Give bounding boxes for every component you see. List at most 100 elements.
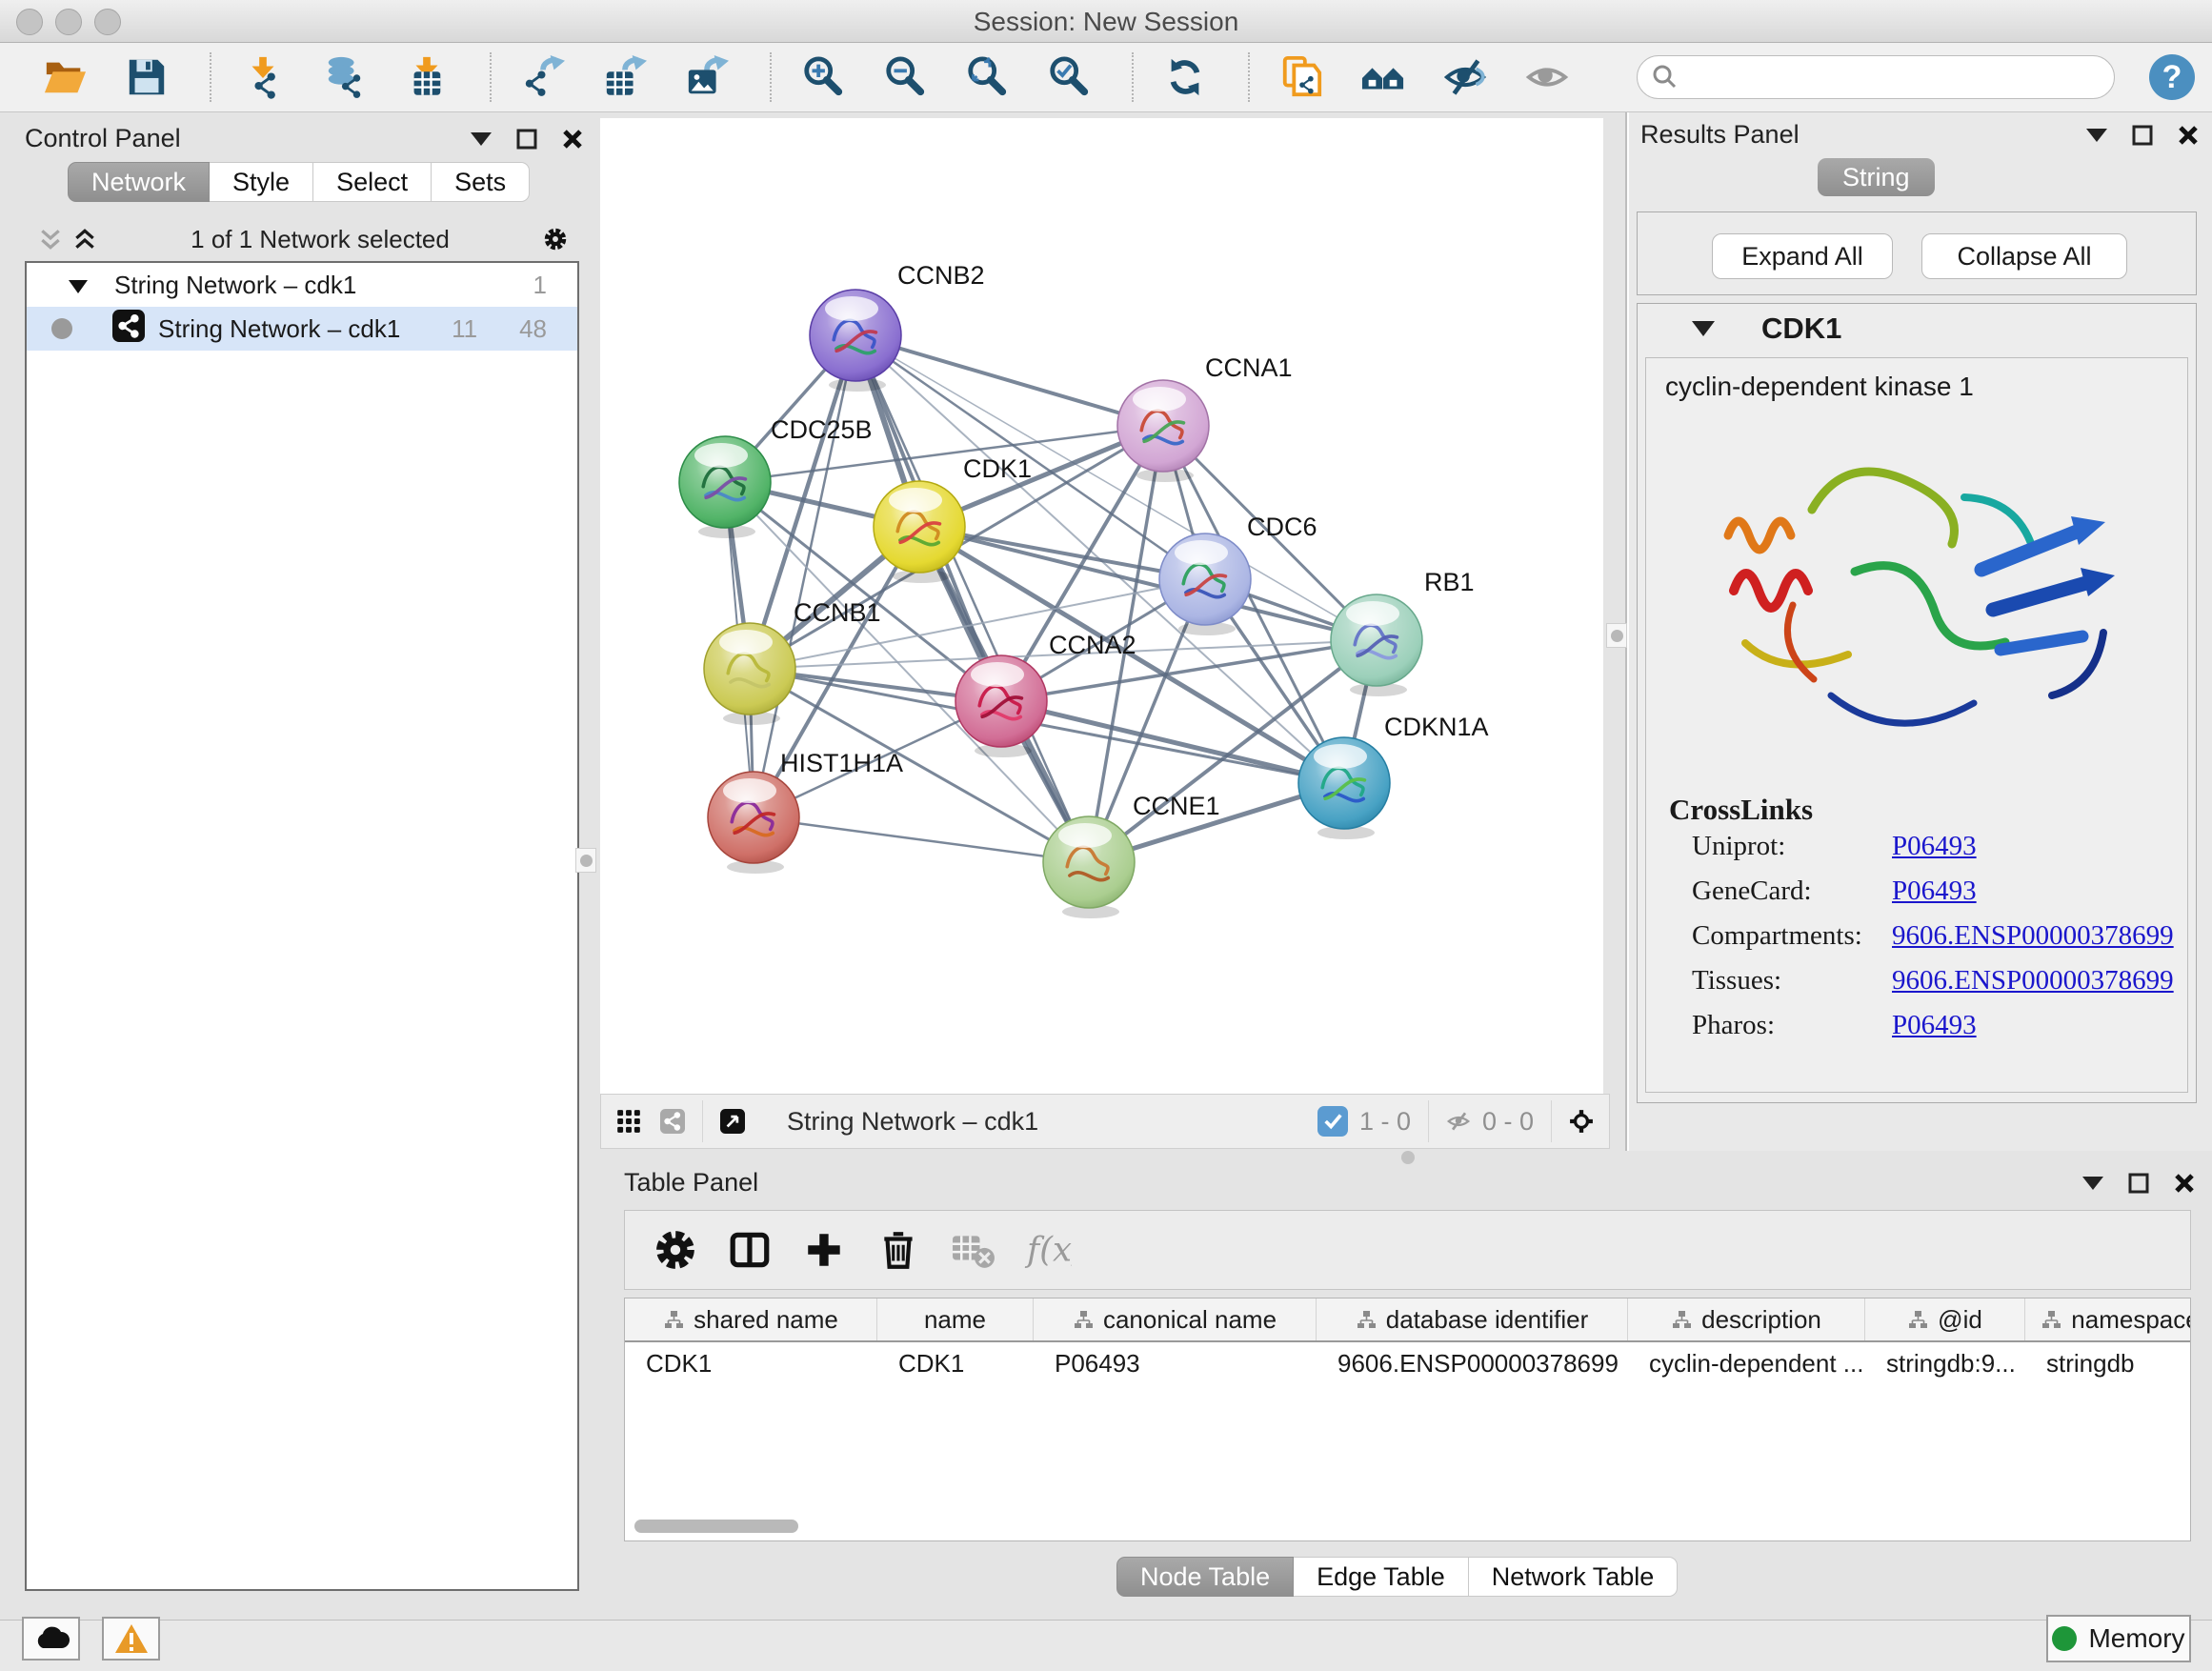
selected-nodes-checkbox[interactable]	[1317, 1106, 1348, 1137]
gear-icon[interactable]	[650, 1223, 703, 1277]
refresh-layout-icon[interactable]	[1158, 50, 1212, 104]
network-options-gear-icon[interactable]	[543, 227, 568, 252]
network-edge[interactable]	[919, 527, 1377, 640]
collapse-all-networks-icon[interactable]	[38, 227, 63, 252]
column-header-namespace[interactable]: namespace	[2025, 1299, 2191, 1340]
bottom-splitter-handle[interactable]	[1401, 1151, 1415, 1164]
clone-network-icon[interactable]	[1275, 50, 1328, 104]
network-node-cdc25b[interactable]	[679, 436, 771, 538]
import-network-icon[interactable]	[236, 50, 290, 104]
table-panel-menu-icon[interactable]	[2081, 1171, 2105, 1196]
table-panel-close-icon[interactable]	[2172, 1171, 2197, 1196]
tab-network[interactable]: Network	[68, 162, 210, 202]
search-box[interactable]	[1637, 55, 2115, 99]
zoom-selected-icon[interactable]	[1042, 50, 1096, 104]
results-panel-float-icon[interactable]	[2130, 123, 2155, 148]
table-cell[interactable]: 9606.ENSP00000378699	[1317, 1349, 1628, 1379]
crosslink-link[interactable]: P06493	[1892, 876, 1977, 907]
network-tree-row[interactable]: String Network – cdk11148	[27, 307, 577, 351]
network-tree-row[interactable]: String Network – cdk11	[27, 263, 577, 307]
add-column-icon[interactable]	[798, 1223, 852, 1277]
network-view-canvas[interactable]: CCNB2CCNA1CDC25BCDK1CDC6RB1CCNB1CCNA2CDK…	[600, 118, 1603, 1094]
column-header-shared-name[interactable]: shared name	[625, 1299, 877, 1340]
open-folder-icon[interactable]	[38, 50, 91, 104]
show-hide-graphics-icon[interactable]	[1438, 50, 1492, 104]
network-node-ccnb1[interactable]	[704, 623, 795, 725]
results-panel-menu-icon[interactable]	[2084, 123, 2109, 148]
save-session-icon[interactable]	[120, 50, 173, 104]
column-header-canonical-name[interactable]: canonical name	[1034, 1299, 1317, 1340]
delete-column-icon[interactable]	[873, 1223, 926, 1277]
import-table-icon[interactable]	[400, 50, 453, 104]
export-table-icon[interactable]	[598, 50, 652, 104]
table-horizontal-scrollbar[interactable]	[634, 1520, 798, 1533]
grid-mode-icon[interactable]	[616, 1109, 641, 1134]
network-node-ccna2[interactable]	[955, 655, 1047, 757]
bundled-apps-icon[interactable]	[1357, 50, 1410, 104]
zoom-fit-icon[interactable]	[960, 50, 1014, 104]
column-header-database-identifier[interactable]: database identifier	[1317, 1299, 1628, 1340]
network-node-ccna1[interactable]	[1117, 380, 1209, 482]
network-node-ccne1[interactable]	[1043, 816, 1135, 918]
tab-sets[interactable]: Sets	[432, 162, 530, 202]
right-splitter-handle[interactable]	[1606, 623, 1627, 648]
network-edge[interactable]	[754, 335, 855, 817]
tab-style[interactable]: Style	[210, 162, 313, 202]
network-edge[interactable]	[1001, 701, 1344, 783]
birdseye-view-icon[interactable]	[720, 1109, 745, 1134]
export-network-icon[interactable]	[516, 50, 570, 104]
tab-string[interactable]: String	[1818, 158, 1935, 196]
control-panel-close-icon[interactable]	[560, 127, 585, 151]
network-edge[interactable]	[855, 335, 1163, 426]
tab-edge-table[interactable]: Edge Table	[1294, 1557, 1469, 1597]
gene-collapse-icon[interactable]	[1691, 316, 1716, 341]
import-network-database-icon[interactable]	[318, 50, 372, 104]
memory-button[interactable]: Memory	[2046, 1615, 2191, 1662]
table-cell[interactable]: stringdb	[2025, 1349, 2191, 1379]
network-node-cdkn1a[interactable]	[1298, 737, 1390, 839]
network-edge[interactable]	[855, 335, 1089, 862]
network-node-cdc6[interactable]	[1159, 534, 1251, 635]
fit-selected-crosshair-icon[interactable]	[1569, 1109, 1594, 1134]
tree-disclosure-icon[interactable]	[69, 271, 88, 300]
table-row[interactable]: CDK1CDK1P064939606.ENSP00000378699cyclin…	[625, 1342, 2190, 1384]
column-header--id[interactable]: @id	[1865, 1299, 2025, 1340]
network-node-ccnb2[interactable]	[810, 290, 901, 392]
network-share-icon[interactable]	[660, 1109, 685, 1134]
network-node-cdk1[interactable]	[874, 481, 965, 583]
node-table[interactable]: shared namenamecanonical namedatabase id…	[624, 1298, 2191, 1541]
table-panel-float-icon[interactable]	[2126, 1171, 2151, 1196]
tab-node-table[interactable]: Node Table	[1116, 1557, 1294, 1597]
table-cell[interactable]: P06493	[1034, 1349, 1317, 1379]
cloud-status-button[interactable]	[22, 1617, 80, 1661]
help-button[interactable]: ?	[2149, 54, 2195, 100]
crosslink-link[interactable]: 9606.ENSP00000378699	[1892, 965, 2174, 997]
zoom-out-icon[interactable]	[878, 50, 932, 104]
left-splitter-handle[interactable]	[575, 848, 596, 873]
table-cell[interactable]: CDK1	[877, 1349, 1034, 1379]
control-panel-menu-icon[interactable]	[469, 127, 493, 151]
crosslink-link[interactable]: 9606.ENSP00000378699	[1892, 920, 2174, 952]
network-edge[interactable]	[754, 817, 1089, 862]
results-panel-close-icon[interactable]	[2176, 123, 2201, 148]
expand-all-button[interactable]: Expand All	[1712, 233, 1893, 279]
crosslink-link[interactable]: P06493	[1892, 1010, 1977, 1041]
table-cell[interactable]: stringdb:9...	[1865, 1349, 2025, 1379]
expand-all-networks-icon[interactable]	[72, 227, 97, 252]
table-cell[interactable]: CDK1	[625, 1349, 877, 1379]
search-input[interactable]	[1679, 62, 2083, 93]
table-cell[interactable]: cyclin-dependent ...	[1628, 1349, 1865, 1379]
crosslink-link[interactable]: P06493	[1892, 831, 1977, 862]
control-panel-float-icon[interactable]	[514, 127, 539, 151]
export-image-icon[interactable]	[680, 50, 734, 104]
tab-select[interactable]: Select	[313, 162, 432, 202]
zoom-in-icon[interactable]	[796, 50, 850, 104]
column-header-description[interactable]: description	[1628, 1299, 1865, 1340]
network-graph[interactable]: CCNB2CCNA1CDC25BCDK1CDC6RB1CCNB1CCNA2CDK…	[600, 118, 1603, 1094]
gene-section-header[interactable]: CDK1	[1638, 304, 2196, 353]
network-node-hist1h1a[interactable]	[708, 772, 799, 874]
collapse-all-button[interactable]: Collapse All	[1921, 233, 2127, 279]
network-node-rb1[interactable]	[1331, 594, 1422, 696]
split-columns-icon[interactable]	[724, 1223, 777, 1277]
column-header-name[interactable]: name	[877, 1299, 1034, 1340]
